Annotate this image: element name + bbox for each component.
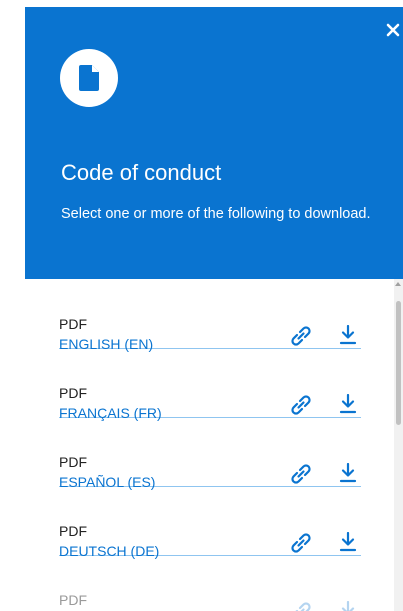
document-row: PDF FRANÇAIS (FR) [59, 348, 361, 421]
document-row: PDF DEUTSCH (DE) [59, 486, 361, 559]
download-icon[interactable] [339, 531, 357, 552]
close-icon[interactable] [386, 23, 400, 37]
dialog-title: Code of conduct [61, 160, 222, 185]
download-icon[interactable] [339, 462, 357, 483]
scroll-up-arrow[interactable] [395, 282, 401, 286]
document-list: PDF ENGLISH (EN) PDF FRANÇAIS (FR) PDF E… [25, 279, 394, 611]
document-row: PDF ENGLISH (EN) [59, 279, 361, 352]
document-format: PDF [59, 316, 87, 332]
document-format: PDF [59, 592, 87, 608]
document-row: PDF ESPAÑOL (ES) [59, 417, 361, 490]
document-format: PDF [59, 454, 87, 470]
document-format: PDF [59, 385, 87, 401]
dialog-header: Code of conduct Select one or more of th… [25, 7, 403, 279]
link-icon[interactable] [291, 533, 311, 553]
document-row: PDF [59, 555, 361, 611]
scrollbar[interactable] [394, 279, 403, 611]
document-format: PDF [59, 523, 87, 539]
link-icon[interactable] [291, 602, 311, 611]
link-icon[interactable] [291, 395, 311, 415]
download-icon[interactable] [339, 600, 357, 611]
link-icon[interactable] [291, 326, 311, 346]
download-icon[interactable] [339, 324, 357, 345]
document-icon-badge [60, 49, 118, 107]
scroll-thumb[interactable] [396, 301, 401, 425]
download-icon[interactable] [339, 393, 357, 414]
link-icon[interactable] [291, 464, 311, 484]
dialog-subtitle: Select one or more of the following to d… [61, 206, 371, 222]
document-icon [79, 65, 99, 91]
